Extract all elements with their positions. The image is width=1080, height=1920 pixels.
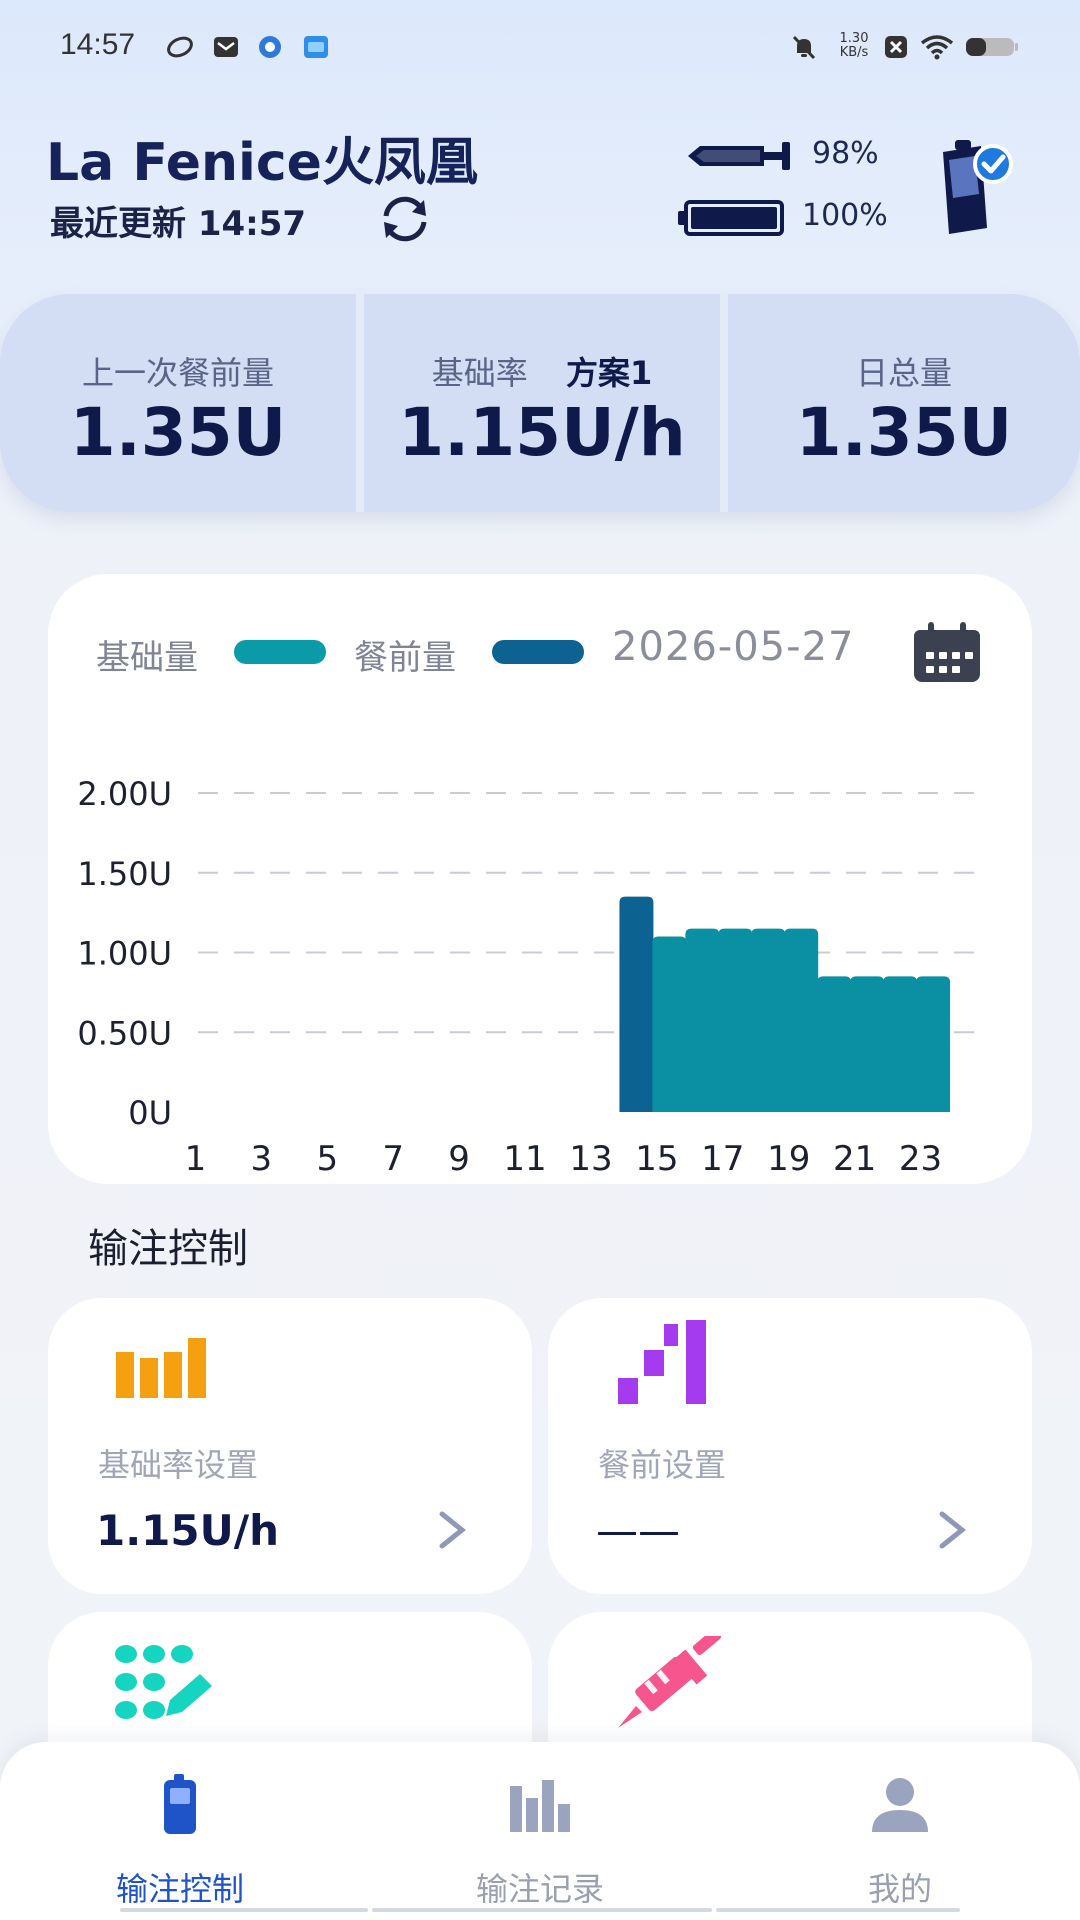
chart-bar <box>718 928 753 1112</box>
app-badge-icon <box>259 36 281 58</box>
home-indicator <box>120 1908 960 1912</box>
net-speed-indicator: 1.30 KB/s <box>832 32 876 64</box>
app-title: La Fenice火凤凰 <box>46 133 478 193</box>
x-tick-label: 1 <box>185 1139 207 1179</box>
bolus-setting-label: 餐前设置 <box>598 1446 727 1484</box>
chart-bar <box>916 976 951 1112</box>
last-bolus-label: 上一次餐前量 <box>81 354 274 392</box>
chart-bar <box>751 928 786 1112</box>
daily-total-label: 日总量 <box>855 354 952 392</box>
x-tick-label: 11 <box>503 1139 546 1179</box>
bolus-steps-icon <box>618 1320 706 1404</box>
status-bar: 14:57 1.30 KB/s <box>0 0 1080 95</box>
reservoir-percent: 98% <box>812 136 879 171</box>
wifi-icon <box>920 35 954 60</box>
nav-infusion-records-label: 输注记录 <box>475 1870 604 1908</box>
phone-battery-icon <box>966 38 1018 56</box>
cloud-app-icon <box>167 36 193 58</box>
chart-bar <box>784 928 819 1112</box>
x-badge-icon <box>885 36 907 58</box>
app-square-icon <box>304 36 328 58</box>
syringe-icon <box>618 1636 722 1728</box>
summary-divider <box>720 294 728 512</box>
last-update-text: 最近更新 14:57 <box>50 204 307 244</box>
basal-rate-value: 1.15U/h <box>398 394 686 471</box>
battery-percent: 100% <box>802 198 888 233</box>
bolus-setting-card[interactable]: 餐前设置 —— <box>548 1298 1032 1594</box>
nav-mine[interactable]: 我的 <box>750 1742 1050 1920</box>
nav-mine-label: 我的 <box>867 1870 932 1908</box>
y-tick-label: 0.50U <box>77 1014 172 1052</box>
x-tick-label: 19 <box>767 1139 810 1179</box>
refresh-icon[interactable] <box>376 194 434 244</box>
x-tick-label: 5 <box>316 1139 338 1179</box>
basal-rate-label-row: 基础率 方案1 <box>364 348 720 394</box>
bottom-nav: 输注控制 输注记录 我的 <box>0 1742 1080 1920</box>
user-icon <box>872 1778 928 1832</box>
basal-setting-card[interactable]: 基础率设置 1.15U/h <box>48 1298 532 1594</box>
pump-connected-icon[interactable] <box>935 138 1015 238</box>
nav-infusion-control[interactable]: 输注控制 <box>30 1742 330 1920</box>
reservoir-status: 98% <box>680 132 910 176</box>
basal-rate-cell: 基础率 方案1 1.15U/h <box>364 294 720 512</box>
last-bolus-cell: 上一次餐前量 1.35U <box>0 294 356 512</box>
keypad-pen-icon <box>115 1645 212 1719</box>
chart-bar <box>817 976 852 1112</box>
x-tick-label: 21 <box>833 1139 876 1179</box>
y-tick-label: 1.00U <box>77 935 172 973</box>
section-title: 输注控制 <box>88 1226 248 1272</box>
daily-total-value: 1.35U <box>795 394 1013 471</box>
net-speed-unit: KB/s <box>839 45 869 60</box>
bar-chart-icon <box>510 1780 570 1832</box>
pump-device-icon <box>164 1774 196 1834</box>
chevron-right-icon <box>439 1511 467 1549</box>
y-tick-label: 2.00U <box>77 775 172 813</box>
nav-infusion-records[interactable]: 输注记录 <box>390 1742 690 1920</box>
y-tick-label: 0U <box>128 1094 172 1132</box>
battery-icon <box>678 200 784 236</box>
y-tick-label: 1.50U <box>77 855 172 893</box>
chart-card: 基础量 餐前量 2026-05-27 0U 0.50U 1.00U 1.50U 2.00… <box>48 574 1032 1184</box>
bar-chart: 0U0.50U1.00U1.50U2.00U1 3 5 7 9 11 13 15 17 19 21 2… <box>77 775 978 1179</box>
chart-bar <box>685 928 720 1112</box>
nav-infusion-control-label: 输注控制 <box>115 1870 244 1908</box>
chevron-right-icon <box>939 1511 967 1549</box>
summary-divider <box>356 294 364 512</box>
mail-icon <box>214 37 238 57</box>
x-tick-label: 7 <box>382 1139 404 1179</box>
daily-total-cell: 日总量 1.35U <box>728 294 1080 512</box>
basal-setting-value: 1.15U/h <box>96 1506 279 1555</box>
basal-rate-label: 基础率 <box>431 354 528 392</box>
chart-bar <box>652 936 687 1112</box>
basal-bars-icon <box>116 1338 206 1398</box>
basal-plan-label: 方案1 <box>565 354 653 392</box>
x-tick-label: 15 <box>635 1139 678 1179</box>
mute-bell-icon <box>792 35 816 60</box>
chart-bar <box>850 976 885 1112</box>
x-tick-label: 9 <box>448 1139 470 1179</box>
basal-setting-label: 基础率设置 <box>98 1446 259 1484</box>
last-bolus-value: 1.35U <box>69 394 287 471</box>
bolus-setting-value: —— <box>596 1506 680 1555</box>
chart-bar <box>883 976 918 1112</box>
chart-bar <box>619 896 654 1112</box>
x-tick-label: 23 <box>899 1139 942 1179</box>
pump-battery-status: 100% <box>678 196 910 240</box>
net-speed-value: 1.30 <box>839 31 869 46</box>
x-tick-label: 17 <box>701 1139 744 1179</box>
syringe-reservoir-icon <box>688 142 790 170</box>
summary-panel: 上一次餐前量 1.35U 基础率 方案1 1.15U/h 日总量 1.35U <box>0 294 1080 512</box>
status-time: 14:57 <box>60 28 136 61</box>
x-tick-label: 3 <box>251 1139 273 1179</box>
x-tick-label: 13 <box>569 1139 612 1179</box>
